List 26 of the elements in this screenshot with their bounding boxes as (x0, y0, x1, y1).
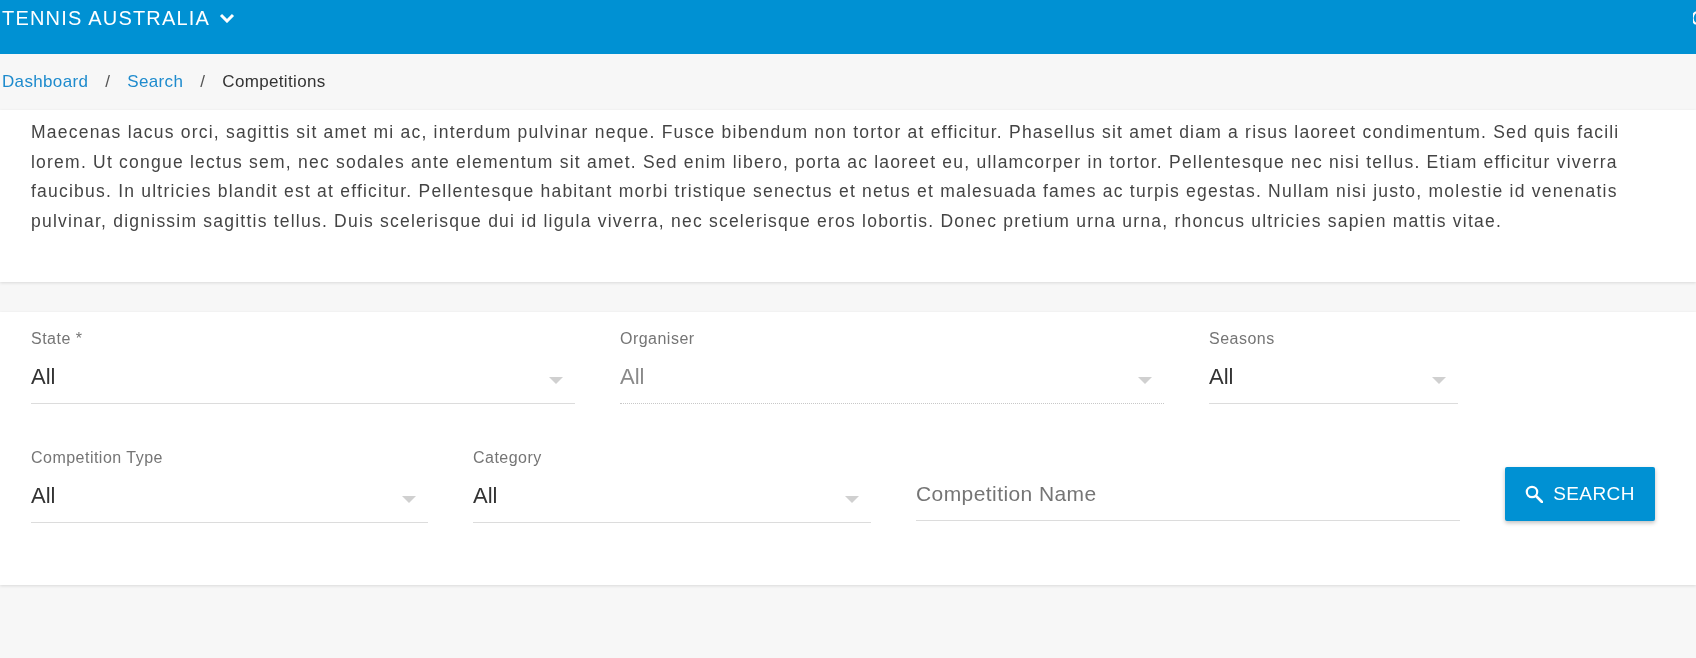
dropdown-field[interactable]: All (1209, 356, 1458, 404)
caret-icon (1138, 377, 1152, 384)
field-label: Competition Type (31, 449, 163, 467)
breadcrumb-separator: / (200, 71, 206, 94)
caret-icon (1432, 377, 1446, 384)
chevron-down-icon (219, 13, 236, 23)
input-field[interactable]: Competition Name (916, 467, 1460, 521)
search-button[interactable]: SEARCH (1505, 467, 1655, 521)
field-label: Organiser (620, 330, 695, 348)
field-label: Seasons (1209, 330, 1275, 348)
dropdown-field[interactable]: All (473, 475, 871, 523)
dropdown-field[interactable]: All (31, 475, 428, 523)
field-label: Category (473, 449, 542, 467)
caret-icon (402, 496, 416, 503)
breadcrumb-separator: / (105, 71, 111, 94)
description-text: Maecenas lacus orci, sagittis sit amet mi ac, interdum pulvinar neque. Fusce bibendum non tortor at efficitur. Phasellus sit amet diam a risus laoreet condimentum. Sed quis facili lorem. Ut congue lectus sem, nec sodales ante elementum sit amet. Sed enim libero, porta ac laoreet eu, ullamcorper in tortor. Pellentesque nec nisi tellus. Etiam efficitur viverra faucibus. In ultricies blandit est at efficitur. Pellentesque habitant morbi tristique senectus et netus et malesuada fames ac turpis egestas. Nullam nisi justo, molestie id venenatis pulvinar, dignissim sagittis tellus. Duis scelerisque dui id ligula viverra, nec scelerisque eros lobortis. Donec pretium urna urna, rhoncus ultricies sapien mattis vitae. (31, 121, 1620, 233)
organisation-menu-button[interactable]: TENNIS AUSTRALIA (2, 6, 236, 30)
breadcrumb-link[interactable]: Search (127, 69, 184, 95)
breadcrumb-link[interactable]: Dashboard (2, 69, 89, 95)
search-icon (1525, 485, 1544, 503)
ring-icon[interactable] (1693, 11, 1696, 25)
dropdown-field[interactable]: All (31, 356, 575, 404)
breadcrumb-current: Competitions (222, 71, 326, 94)
caret-icon (845, 496, 859, 503)
caret-icon (549, 377, 563, 384)
field-label: State * (31, 330, 83, 348)
